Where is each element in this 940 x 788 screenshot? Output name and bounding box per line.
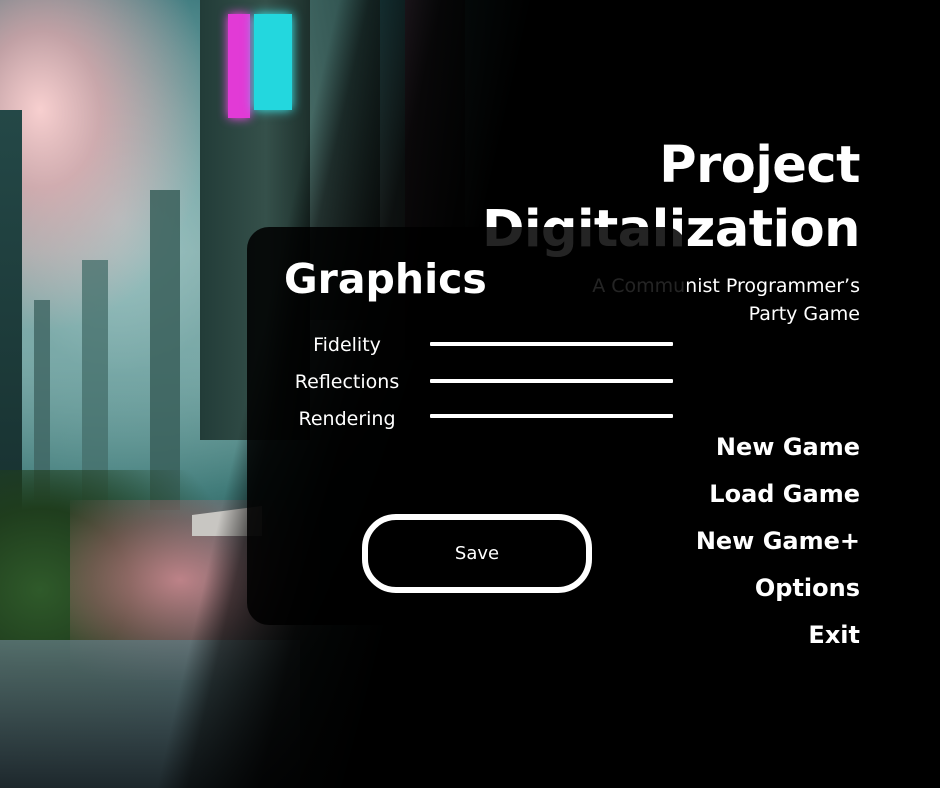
fidelity-slider[interactable] (430, 342, 673, 346)
menu-exit[interactable]: Exit (696, 612, 860, 659)
reflections-slider[interactable] (430, 379, 673, 383)
menu-load-game[interactable]: Load Game (696, 471, 860, 518)
main-menu: New Game Load Game New Game+ Options Exi… (696, 424, 860, 659)
rendering-slider[interactable] (430, 414, 673, 418)
panel-title: Graphics (284, 255, 487, 303)
menu-new-game-plus[interactable]: New Game+ (696, 518, 860, 565)
save-button[interactable]: Save (362, 514, 592, 593)
graphics-settings-panel: Graphics Fidelity Reflections Rendering … (247, 227, 687, 625)
menu-new-game[interactable]: New Game (696, 424, 860, 471)
rendering-label: Rendering (298, 408, 396, 430)
reflections-label: Reflections (294, 371, 400, 393)
menu-options[interactable]: Options (696, 565, 860, 612)
fidelity-label: Fidelity (313, 334, 381, 356)
game-title-line1: Project (659, 136, 860, 195)
